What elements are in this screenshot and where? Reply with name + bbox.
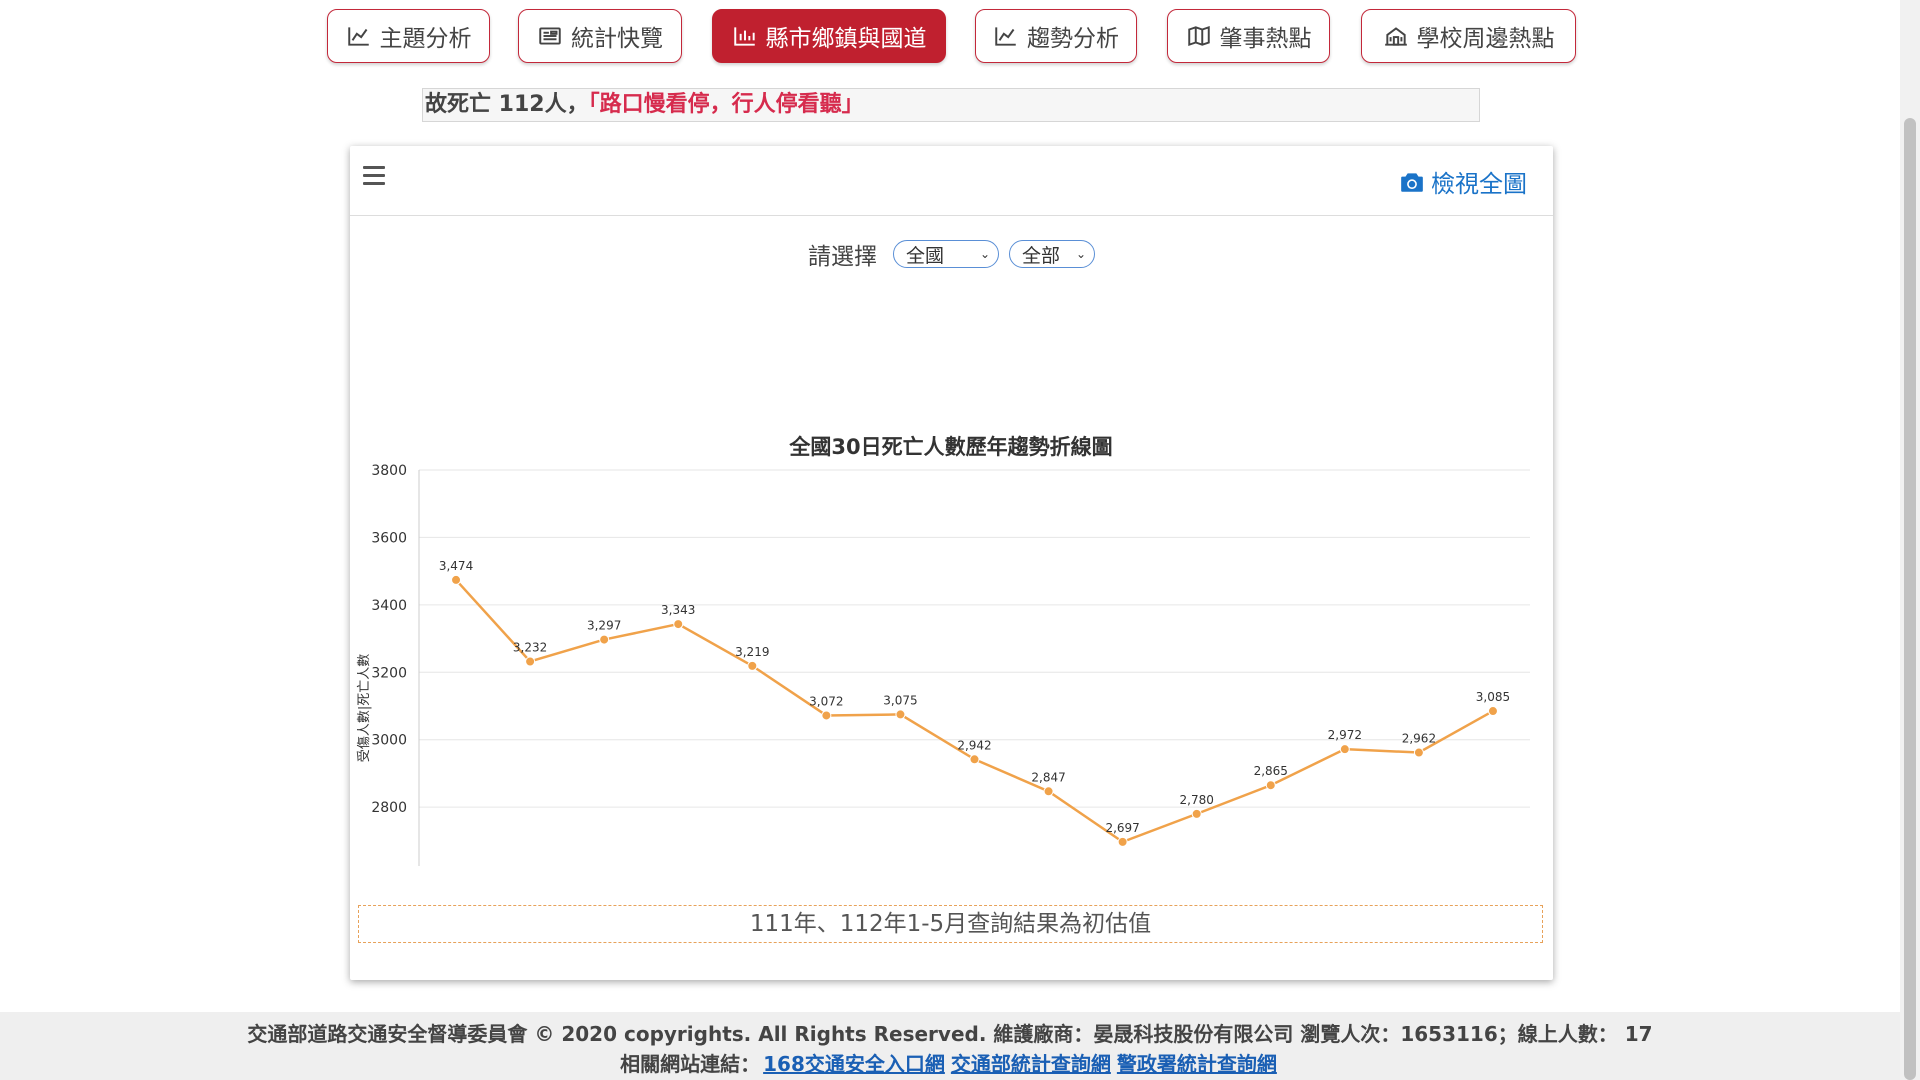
data-point[interactable] bbox=[1265, 780, 1276, 791]
data-point[interactable] bbox=[1487, 706, 1498, 717]
scrollbar-thumb[interactable] bbox=[1904, 118, 1916, 1080]
y-tick-label: 3000 bbox=[371, 733, 407, 749]
data-label: 3,072 bbox=[809, 694, 843, 708]
data-point[interactable] bbox=[525, 656, 536, 667]
y-axis: 02600280030003200340036003800 bbox=[371, 463, 420, 866]
chevron-down-icon: ⌄ bbox=[1075, 247, 1086, 261]
footer: 交通部道路交通安全督導委員會 © 2020 copyrights. All Ri… bbox=[0, 1012, 1900, 1080]
data-point[interactable] bbox=[599, 634, 610, 645]
data-label: 3,085 bbox=[1476, 690, 1510, 704]
y-tick-label: 3400 bbox=[371, 598, 407, 614]
trend-line-chart: 全國30日死亡人數歷年趨勢折線圖 02600280030003200340036… bbox=[357, 435, 1530, 866]
data-label: 3,297 bbox=[587, 619, 621, 633]
map-icon bbox=[1187, 25, 1210, 47]
estimate-note: 111年、112年1-5月查詢結果為初估值 bbox=[358, 905, 1543, 943]
data-point[interactable] bbox=[1413, 747, 1424, 758]
area-chart-icon bbox=[995, 27, 1016, 46]
nav-label: 趨勢分析 bbox=[1027, 26, 1119, 52]
data-label: 3,075 bbox=[883, 693, 917, 707]
nav-trend-analysis-button[interactable]: 趨勢分析 bbox=[975, 9, 1137, 63]
data-label: 3,219 bbox=[735, 645, 769, 659]
data-point[interactable] bbox=[1043, 786, 1054, 797]
nav-label: 學校周邊熱點 bbox=[1416, 26, 1555, 52]
data-point[interactable] bbox=[821, 710, 832, 721]
select-label: 請選擇 bbox=[808, 244, 877, 270]
data-point[interactable] bbox=[1339, 744, 1350, 755]
data-label: 2,780 bbox=[1180, 793, 1214, 807]
nav-accident-hotspot-button[interactable]: 肇事熱點 bbox=[1167, 9, 1330, 63]
y-tick-label: 2800 bbox=[371, 800, 407, 816]
data-point[interactable] bbox=[969, 754, 980, 765]
data-label: 3,232 bbox=[513, 640, 547, 654]
data-point[interactable] bbox=[673, 619, 684, 630]
data-label: 2,972 bbox=[1328, 728, 1362, 742]
card-header: 檢視全圖 bbox=[350, 146, 1553, 216]
category-select[interactable]: 全部 ⌄ bbox=[1009, 240, 1095, 268]
page-scrollbar[interactable] bbox=[1900, 0, 1920, 1080]
filter-bar: 請選擇 全國 ⌄ 全部 ⌄ bbox=[350, 237, 1553, 271]
y-axis-label: 受傷人數|死亡人數 bbox=[357, 654, 372, 762]
nav-topic-analysis-button[interactable]: 主題分析 bbox=[327, 9, 490, 63]
nav-stats-overview-button[interactable]: 統計快覽 bbox=[518, 9, 682, 63]
chevron-down-icon: ⌄ bbox=[979, 247, 990, 261]
data-point[interactable] bbox=[747, 660, 758, 671]
data-point[interactable] bbox=[895, 709, 906, 720]
menu-icon[interactable] bbox=[363, 166, 385, 186]
marquee-slogan: 「路口慢看停，行人停看聽」 bbox=[588, 92, 864, 117]
y-tick-label: 3600 bbox=[371, 530, 407, 546]
bar-chart-icon bbox=[733, 27, 755, 46]
footer-copyright: 交通部道路交通安全督導委員會 © 2020 copyrights. All Ri… bbox=[247, 1022, 1653, 1046]
data-label: 2,942 bbox=[957, 738, 991, 752]
link-police-statistics[interactable]: 警政署統計查詢網 bbox=[1117, 1052, 1277, 1076]
camera-icon bbox=[1401, 172, 1423, 192]
area-chart-icon bbox=[347, 27, 369, 46]
view-full-button[interactable]: 檢視全圖 bbox=[1399, 164, 1527, 199]
region-select-value: 全國 bbox=[906, 244, 945, 267]
nav-label: 主題分析 bbox=[379, 26, 472, 52]
data-label: 2,865 bbox=[1254, 764, 1288, 778]
marquee-text: 故死亡 112人， bbox=[425, 92, 589, 117]
y-tick-label: 3200 bbox=[371, 665, 407, 681]
school-icon bbox=[1384, 27, 1407, 46]
chart-series: 3,474 3,232 3,297 3,343 3,219 3,072 3,075 2,942… bbox=[439, 559, 1510, 847]
category-select-value: 全部 bbox=[1022, 244, 1061, 267]
nav-county-highway-button[interactable]: 縣市鄉鎮與國道 bbox=[712, 9, 946, 63]
nav-label: 縣市鄉鎮與國道 bbox=[765, 26, 927, 52]
link-168-traffic-safety[interactable]: 168交通安全入口網 bbox=[763, 1052, 945, 1076]
chart-grid bbox=[419, 469, 1530, 808]
data-label: 2,697 bbox=[1105, 821, 1139, 835]
footer-links: 相關網站連結： 168交通安全入口網 交通部統計查詢網 警政署統計查詢網 bbox=[0, 1048, 1900, 1077]
top-nav: 主題分析 統計快覽 縣市鄉鎮與國道 趨勢分析 肇事熱點 學校周邊熱點 bbox=[0, 9, 1900, 65]
y-tick-label: 3800 bbox=[371, 463, 407, 479]
nav-school-hotspot-button[interactable]: 學校周邊熱點 bbox=[1361, 9, 1576, 63]
nav-label: 肇事熱點 bbox=[1219, 26, 1312, 52]
news-marquee: 故死亡 112人，「路口慢看停，行人停看聽」 bbox=[422, 88, 1480, 122]
data-point[interactable] bbox=[1117, 836, 1128, 847]
data-label: 3,343 bbox=[661, 603, 695, 617]
data-label: 3,474 bbox=[439, 559, 473, 573]
view-full-label: 檢視全圖 bbox=[1431, 170, 1527, 198]
link-motc-statistics[interactable]: 交通部統計查詢網 bbox=[951, 1052, 1111, 1076]
footer-links-label: 相關網站連結： bbox=[620, 1052, 761, 1076]
data-point[interactable] bbox=[1191, 808, 1202, 819]
data-point[interactable] bbox=[451, 574, 462, 585]
data-label: 2,962 bbox=[1402, 732, 1436, 746]
nav-label: 統計快覽 bbox=[571, 26, 663, 52]
newspaper-icon bbox=[539, 27, 561, 45]
chart-card: 檢視全圖 請選擇 全國 ⌄ 全部 ⌄ 全國30日死亡人數歷年趨勢折線圖 0260… bbox=[350, 146, 1553, 980]
region-select[interactable]: 全國 ⌄ bbox=[893, 240, 999, 268]
chart-title: 全國30日死亡人數歷年趨勢折線圖 bbox=[788, 435, 1112, 459]
data-label: 2,847 bbox=[1031, 770, 1065, 784]
